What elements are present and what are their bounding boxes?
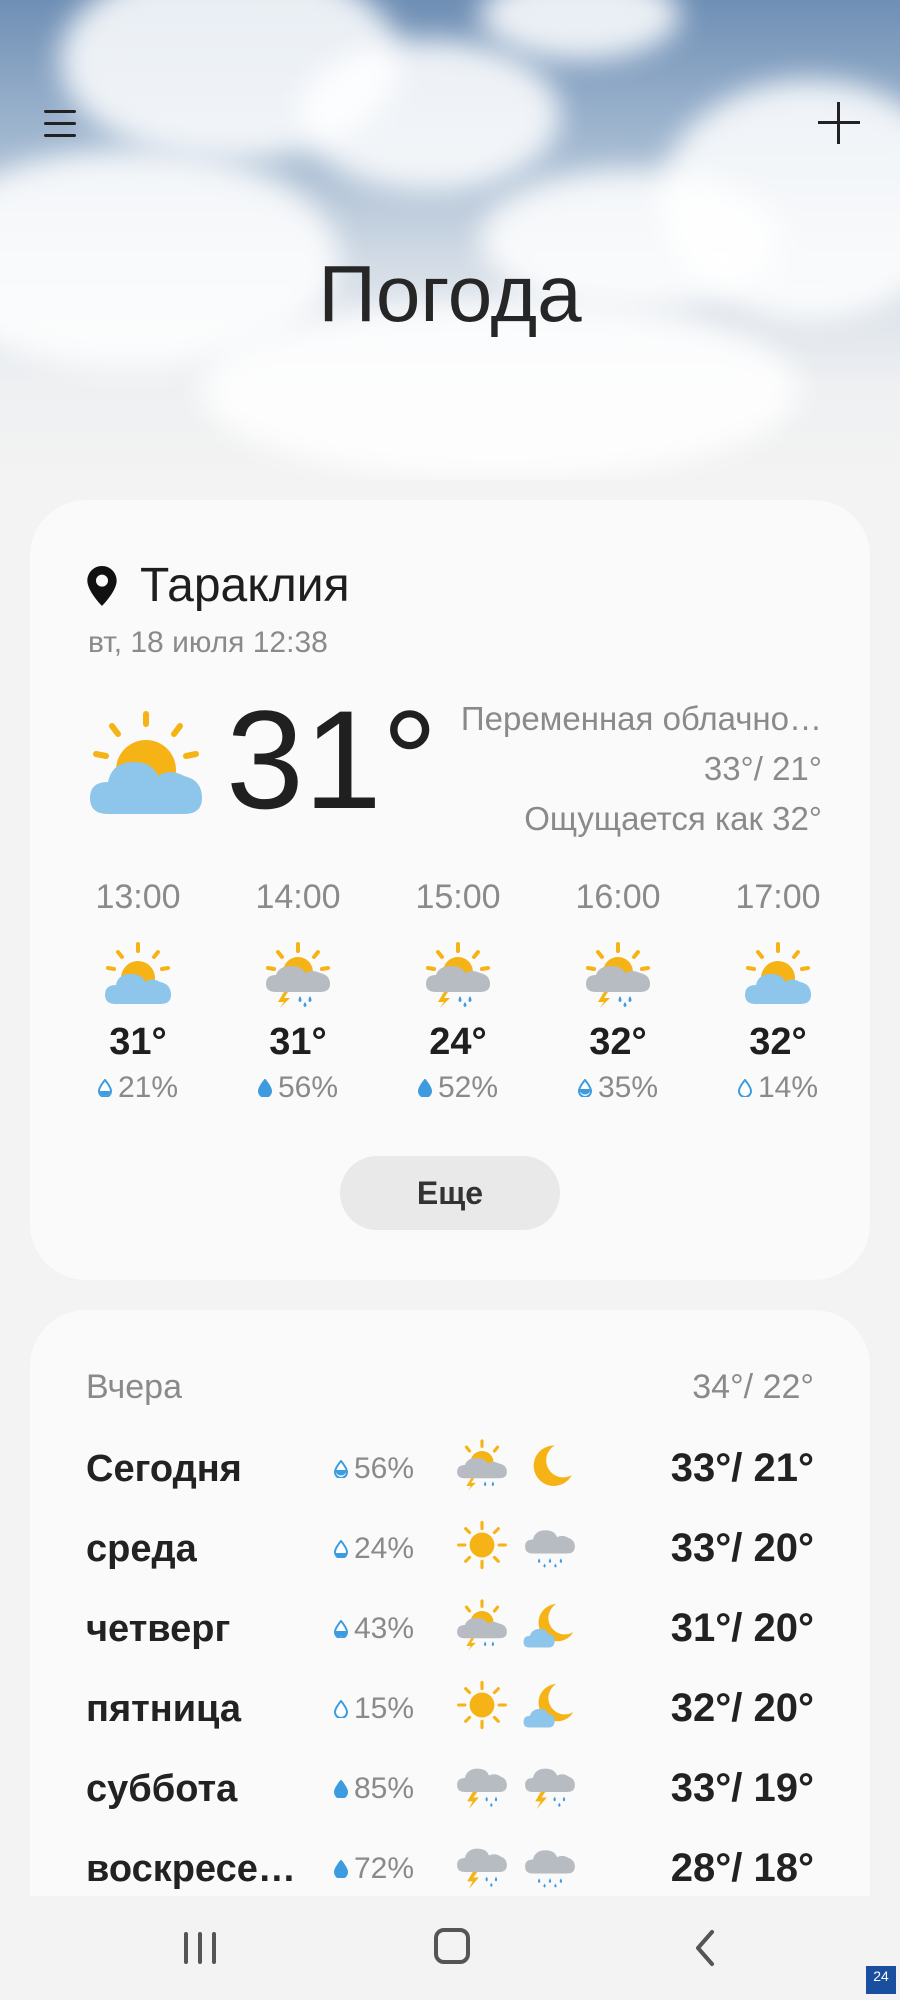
- moon-cloud-icon: [523, 1684, 574, 1728]
- day-name: Сегодня: [86, 1448, 242, 1490]
- thunder-rain-sun-icon: [586, 942, 650, 1008]
- hour-temperature: 31°: [109, 1021, 167, 1063]
- hour-time: 14:00: [255, 878, 341, 916]
- hour-time: 15:00: [415, 878, 501, 916]
- drop-icon: [334, 1540, 348, 1558]
- drop-icon: [334, 1700, 348, 1718]
- day-name: четверг: [86, 1608, 231, 1650]
- current-weather-card[interactable]: Тараклия вт, 18 июля 12:38 31° Переменна…: [30, 500, 870, 1280]
- rain-cloud-icon: [525, 1850, 575, 1888]
- day-precipitation: 72%: [334, 1852, 414, 1886]
- drop-icon: [577, 1079, 592, 1097]
- back-icon[interactable]: [690, 1928, 720, 1968]
- moon-cloud-icon: [523, 1604, 574, 1648]
- recent-apps-button[interactable]: [182, 1932, 220, 1966]
- thunder-rain-sun-icon: [457, 1439, 507, 1491]
- drop-icon: [257, 1079, 272, 1097]
- location-name: Тараклия: [140, 559, 350, 612]
- watermark-logo: 24: [866, 1966, 896, 1994]
- hourly-item: 15:00 24° 52%: [378, 878, 538, 1105]
- hourly-item: 13:00 31° 21%: [58, 878, 218, 1105]
- hour-time: 17:00: [735, 878, 821, 916]
- current-datetime: вт, 18 июля 12:38: [88, 626, 328, 659]
- hourly-forecast[interactable]: 13:00 31° 21% 14:00 31° 56% 15:00 24° 52…: [58, 878, 858, 1105]
- day-temperature: 33°/ 21°: [670, 1446, 814, 1490]
- partly-sunny-icon: [105, 942, 171, 1004]
- hour-precipitation: 52%: [378, 1071, 538, 1105]
- drop-icon: [334, 1620, 348, 1638]
- current-temperature: 31°: [226, 681, 438, 838]
- drop-icon: [417, 1079, 432, 1097]
- drop-icon: [334, 1460, 348, 1478]
- day-temperature: 28°/ 18°: [670, 1846, 814, 1890]
- hour-temperature: 24°: [429, 1021, 487, 1063]
- menu-button[interactable]: [40, 104, 84, 144]
- drop-icon: [334, 1780, 348, 1798]
- day-precipitation: 24%: [334, 1532, 414, 1566]
- thunder-rain-sun-icon: [426, 942, 490, 1008]
- thunder-rain-icon: [457, 1768, 507, 1810]
- hour-precipitation: 35%: [538, 1071, 698, 1105]
- hour-precipitation: 21%: [58, 1071, 218, 1105]
- add-location-button[interactable]: [816, 100, 862, 146]
- location-pin-icon: [87, 565, 117, 606]
- day-temperature: 33°/ 20°: [670, 1526, 814, 1570]
- day-name: воскресе…: [86, 1848, 296, 1890]
- partly-sunny-icon: [745, 942, 811, 1004]
- thunder-rain-sun-icon: [457, 1599, 507, 1651]
- daily-row[interactable]: пятница 15% 32°/ 20°: [86, 1676, 814, 1746]
- yesterday-label: Вчера: [86, 1368, 182, 1406]
- yesterday-temperature: 34°/ 22°: [692, 1368, 814, 1406]
- location-row: Тараклия: [86, 558, 350, 613]
- menu-icon: [44, 110, 76, 113]
- day-name: суббота: [86, 1768, 238, 1810]
- hour-time: 13:00: [95, 878, 181, 916]
- day-temperature: 31°/ 20°: [670, 1606, 814, 1650]
- day-name: пятница: [86, 1688, 242, 1730]
- day-temperature: 33°/ 19°: [670, 1766, 814, 1810]
- hour-temperature: 31°: [269, 1021, 327, 1063]
- daily-row[interactable]: среда 24% 33°/ 20°: [86, 1516, 814, 1586]
- day-name: среда: [86, 1528, 197, 1570]
- day-precipitation: 56%: [334, 1452, 414, 1486]
- day-precipitation: 43%: [334, 1612, 414, 1646]
- sky-header-background: [0, 0, 900, 480]
- thunder-rain-sun-icon: [266, 942, 330, 1008]
- drop-icon: [334, 1860, 348, 1878]
- feels-like: Ощущается как 32°: [524, 800, 822, 837]
- hour-time: 16:00: [575, 878, 661, 916]
- hourly-item: 14:00 31° 56%: [218, 878, 378, 1105]
- home-button[interactable]: [434, 1928, 470, 1964]
- more-button[interactable]: Еще: [340, 1156, 560, 1230]
- hourly-item: 17:00 32° 14%: [698, 878, 858, 1105]
- day-precipitation: 15%: [334, 1692, 414, 1726]
- current-high-low: 33°/ 21°: [703, 750, 822, 787]
- daily-row[interactable]: суббота 85% 33°/ 19°: [86, 1756, 814, 1826]
- partly-sunny-icon: [90, 711, 202, 814]
- current-condition: Переменная облачно…: [460, 700, 822, 737]
- drop-icon: [737, 1079, 752, 1097]
- hour-precipitation: 56%: [218, 1071, 378, 1105]
- sun-icon: [457, 1520, 507, 1570]
- day-precipitation: 85%: [334, 1772, 414, 1806]
- hour-temperature: 32°: [749, 1021, 807, 1063]
- recent-apps-icon: [184, 1932, 188, 1964]
- app-title: Погода: [318, 249, 582, 338]
- drop-icon: [97, 1079, 112, 1097]
- hour-temperature: 32°: [589, 1021, 647, 1063]
- daily-row[interactable]: Сегодня 56% 33°/ 21°: [86, 1436, 814, 1506]
- hour-precipitation: 14%: [698, 1071, 858, 1105]
- moon-icon: [533, 1445, 572, 1486]
- hourly-item: 16:00 32° 35%: [538, 878, 698, 1105]
- thunder-rain-icon: [457, 1848, 507, 1890]
- system-navigation-bar: [0, 1896, 900, 2000]
- thunder-rain-icon: [525, 1768, 575, 1810]
- rain-cloud-icon: [525, 1530, 575, 1568]
- sun-icon: [457, 1680, 507, 1730]
- daily-row[interactable]: четверг 43% 31°/ 20°: [86, 1596, 814, 1666]
- day-temperature: 32°/ 20°: [670, 1686, 814, 1730]
